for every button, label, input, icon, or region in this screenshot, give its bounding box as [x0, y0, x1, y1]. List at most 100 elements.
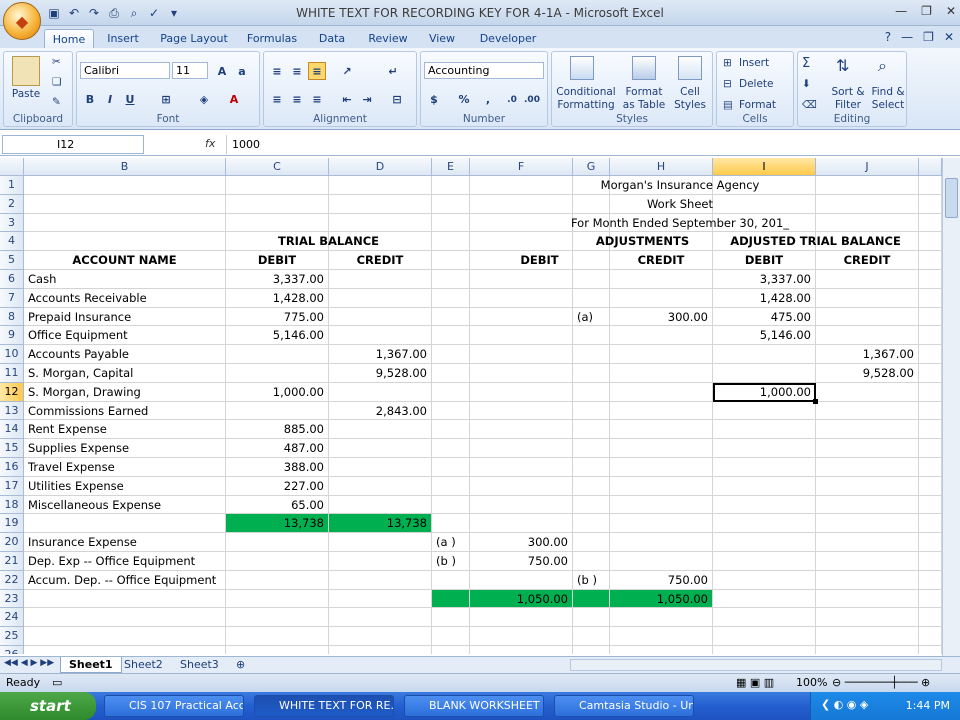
grid-cell[interactable] [713, 570, 816, 590]
vertical-scrollbar[interactable] [942, 158, 960, 656]
grid-cell[interactable] [919, 533, 942, 552]
grid-cell[interactable] [432, 326, 470, 346]
grid-cell[interactable] [226, 194, 329, 214]
grid-cell[interactable] [329, 552, 432, 571]
grid-cell[interactable] [432, 439, 470, 458]
grid-cell[interactable] [329, 646, 432, 654]
row-header-17[interactable]: 17 [0, 476, 24, 496]
grid-cell[interactable] [610, 646, 713, 654]
grid-cell[interactable] [816, 570, 919, 590]
cell-name-row-18[interactable]: Miscellaneous Expense [24, 495, 226, 515]
grid-cell[interactable] [816, 608, 919, 628]
cell-ea-row-20[interactable]: (a ) [432, 533, 470, 552]
grid-cell[interactable] [470, 326, 573, 346]
grid-cell[interactable] [713, 552, 816, 571]
row-header-10[interactable]: 10 [0, 345, 24, 364]
align-center-icon[interactable]: ≡ [288, 90, 306, 108]
grid-cell[interactable] [573, 345, 610, 364]
fill-handle[interactable] [813, 398, 818, 404]
grid-cell[interactable] [226, 401, 329, 421]
cell-name-row-13[interactable]: Commissions Earned [24, 401, 226, 421]
grid-cell[interactable] [329, 326, 432, 346]
row-header-12[interactable]: 12 [0, 382, 24, 402]
grid-cell[interactable] [610, 627, 713, 646]
italic-button[interactable]: I [101, 90, 119, 108]
cell-tb_dr-row-9[interactable]: 5,146.00 [226, 326, 329, 346]
column-header-b[interactable]: B [24, 158, 226, 176]
column-header-j[interactable]: J [816, 158, 919, 176]
grid-cell[interactable] [432, 608, 470, 628]
grid-cell[interactable] [226, 570, 329, 590]
adj-debit-header[interactable]: DEBIT [470, 251, 610, 270]
grid-cell[interactable] [610, 552, 713, 571]
grid-cell[interactable] [919, 420, 942, 440]
cell-atb_cr-row-10[interactable]: 1,367.00 [816, 345, 919, 364]
grid-cell[interactable] [610, 608, 713, 628]
cell-atb_cr-row-11[interactable]: 9,528.00 [816, 364, 919, 383]
taskbar-item-camtasia[interactable]: Camtasia Studio - Unt... [554, 695, 694, 717]
autosum-icon[interactable]: Σ [802, 56, 810, 71]
minimize-icon[interactable]: — [895, 4, 907, 18]
grid-cell[interactable] [816, 382, 919, 402]
tb-debit-header[interactable]: DEBIT [226, 251, 329, 270]
grid-cell[interactable] [919, 307, 942, 327]
row-header-26[interactable]: 26 [0, 646, 24, 654]
office-button[interactable]: ◆ [3, 2, 41, 40]
select-all-corner[interactable] [0, 158, 24, 176]
grid-cell[interactable] [24, 194, 226, 214]
grid-cell[interactable] [329, 476, 432, 496]
cell-tb_cr-row-19[interactable]: 13,738 [329, 514, 432, 534]
comma-style-button[interactable]: , [479, 90, 497, 108]
grid-cell[interactable] [329, 270, 432, 289]
grid-cell[interactable] [24, 213, 226, 233]
cell-ea-row-23[interactable] [432, 589, 470, 609]
help-icon[interactable]: ? [885, 30, 891, 44]
grid-cell[interactable] [432, 420, 470, 440]
tab-formulas[interactable]: Formulas [244, 29, 300, 48]
grid-cell[interactable] [329, 570, 432, 590]
fill-icon[interactable]: ⬇ [802, 78, 811, 90]
grid-cell[interactable] [329, 495, 432, 515]
grid-cell[interactable] [470, 627, 573, 646]
cell-tb_cr-row-13[interactable]: 2,843.00 [329, 401, 432, 421]
bold-button[interactable]: B [81, 90, 99, 108]
format-cells-button[interactable]: Format [739, 99, 776, 111]
orientation-icon[interactable]: ↗ [338, 62, 356, 80]
grid-cell[interactable] [919, 401, 942, 421]
zoom-slider[interactable]: ⊖ ───────┼─── ⊕ [832, 676, 930, 689]
grid-cell[interactable] [24, 514, 226, 534]
align-left-icon[interactable]: ≡ [268, 90, 286, 108]
number-format-select[interactable]: Accounting [424, 62, 544, 79]
grid-cell[interactable] [610, 420, 713, 440]
column-header-g[interactable]: G [573, 158, 610, 176]
fill-color-icon[interactable]: ◈ [195, 90, 213, 108]
cell-name-row-10[interactable]: Accounts Payable [24, 345, 226, 364]
grid-cell[interactable] [816, 514, 919, 534]
grid-cell[interactable] [713, 646, 816, 654]
spreadsheet-grid[interactable]: B C D E F G H I J 1 2 3 4 5 6 7 8 9 10 11 12 13 14 15 16 17 18 19 20… [0, 158, 942, 654]
grid-cell[interactable] [816, 326, 919, 346]
grid-cell[interactable] [816, 495, 919, 515]
grid-cell[interactable] [432, 476, 470, 496]
grid-cell[interactable] [432, 251, 470, 270]
grid-cell[interactable] [470, 439, 573, 458]
grid-cell[interactable] [573, 288, 610, 308]
grid-cell[interactable] [24, 232, 226, 252]
grid-cell[interactable] [919, 382, 942, 402]
grid-cell[interactable] [432, 627, 470, 646]
sheet-nav-icon[interactable]: ◀◀ ◀ ▶ ▶▶ [4, 658, 54, 668]
grid-cell[interactable] [610, 439, 713, 458]
grid-cell[interactable] [329, 307, 432, 327]
grid-cell[interactable] [816, 458, 919, 477]
grid-cell[interactable] [573, 458, 610, 477]
row-header-2[interactable]: 2 [0, 194, 24, 214]
grid-cell[interactable] [919, 514, 942, 534]
grid-cell[interactable] [573, 270, 610, 289]
grid-cell[interactable] [713, 533, 816, 552]
cell-tb_dr-row-19[interactable]: 13,738 [226, 514, 329, 534]
start-button[interactable]: start [0, 692, 96, 720]
account-name-header[interactable]: ACCOUNT NAME [24, 251, 226, 270]
find-select-button[interactable]: Find & [868, 86, 908, 98]
grid-cell[interactable] [470, 458, 573, 477]
insert-cells-button[interactable]: Insert [739, 57, 769, 69]
